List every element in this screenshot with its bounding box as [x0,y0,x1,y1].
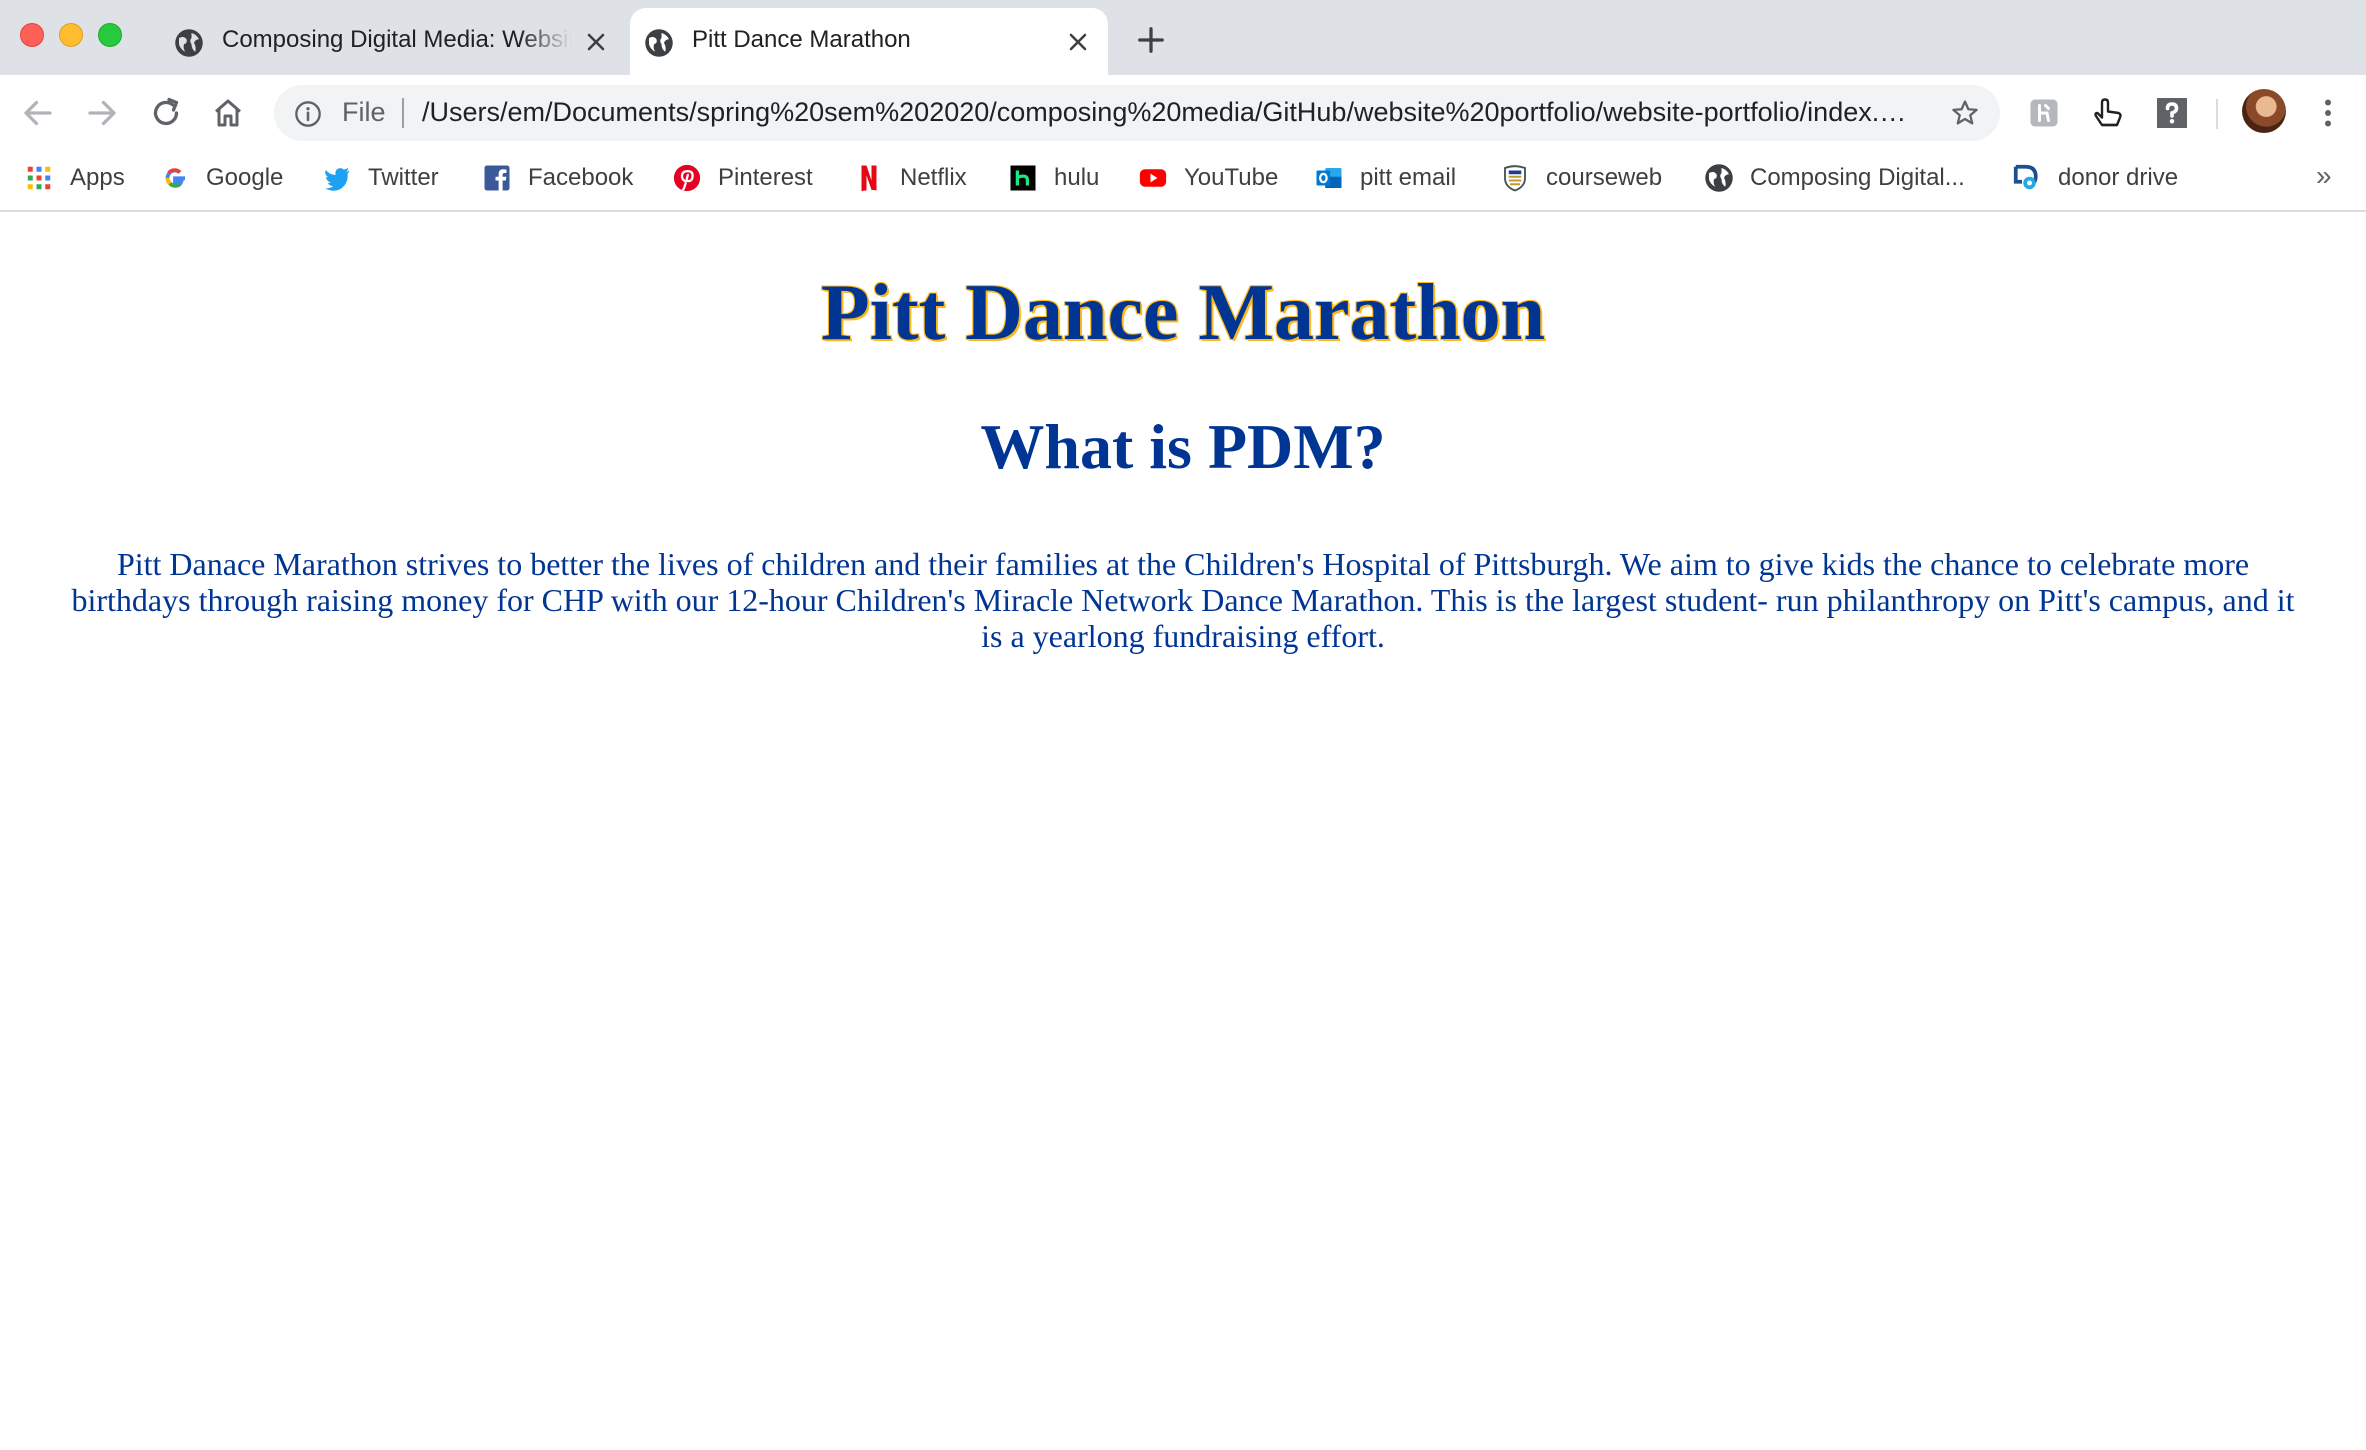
bookmark-pitt-email[interactable]: pitt email [1314,158,1456,198]
bookmark-label: donor drive [2058,164,2179,191]
donordrive-icon [2013,164,2038,190]
bookmark-label: YouTube [1184,164,1279,191]
youtube-icon [1139,169,1167,187]
bookmark-apps[interactable]: Apps [24,158,125,198]
forward-arrow-icon[interactable] [84,95,120,131]
hand-pointer-icon[interactable] [2090,95,2126,131]
info-icon[interactable] [294,100,322,128]
bookmark-label: Pinterest [718,164,813,191]
scheme-label: File [342,97,386,127]
zoom-window-button[interactable] [98,23,122,47]
bookmark-label: Netflix [900,164,967,191]
page-content: Pitt Dance Marathon What is PDM? Pitt Da… [0,212,2366,1450]
tab-pitt-dance-marathon[interactable]: Pitt Dance Marathon [630,8,1108,75]
bookmark-hulu[interactable]: hulu [1008,158,1099,198]
bookmark-google[interactable]: Google [160,158,283,198]
hulu-icon [1010,165,1036,191]
new-tab-icon[interactable] [1136,25,1166,55]
bookmarks-overflow-chevron[interactable]: » [2316,160,2332,192]
reload-icon[interactable] [148,95,184,131]
help-question-icon[interactable] [2154,95,2190,131]
google-icon [165,168,185,188]
close-window-button[interactable] [20,23,44,47]
twitter-icon [325,168,350,191]
bookmark-label: Google [206,164,284,191]
netflix-icon [861,165,877,192]
tab-strip: Composing Digital Media: Website Portfol… [0,0,2366,75]
bookmark-label: pitt email [1360,164,1457,191]
bookmarks-bar: Apps Google Twitter Facebook Pinterest N… [0,150,2366,212]
url-text[interactable]: /Users/em/Documents/spring%20sem%202020/… [422,97,1912,128]
section-heading: What is PDM? [980,411,1386,482]
apps-grid-icon [27,166,51,190]
close-tab-icon[interactable] [584,30,608,54]
profile-avatar[interactable] [2242,89,2286,133]
globe-icon [175,29,203,57]
minimize-window-button[interactable] [59,23,83,47]
bookmark-youtube[interactable]: YouTube [1138,158,1278,198]
bookmark-label: courseweb [1546,164,1663,191]
bookmark-twitter[interactable]: Twitter [322,158,439,198]
tab-title: Composing Digital Media: Website Portfol… [222,26,572,53]
browser-toolbar: File /Users/em/Documents/spring%20sem%20… [0,75,2366,150]
pinterest-icon [673,164,701,192]
globe-icon [1705,164,1733,192]
bookmark-star-icon[interactable] [1950,98,1980,128]
bookmark-label: Facebook [528,164,634,191]
tab-composing-digital-media[interactable]: Composing Digital Media: Website Portfol… [160,8,622,75]
outlook-icon [1316,168,1342,188]
description-paragraph: Pitt Danace Marathon strives to better t… [71,546,2295,654]
bookmark-label: Apps [70,164,125,191]
tab-title: Pitt Dance Marathon [692,26,911,53]
bookmark-label: hulu [1054,164,1100,191]
extension-grey-icon[interactable] [2026,95,2062,131]
page-title: Pitt Dance Marathon [820,269,1546,357]
close-tab-icon[interactable] [1066,30,1090,54]
globe-icon [645,29,673,57]
bookmark-label: Composing Digital... [1750,164,1965,191]
bookmark-composing-digital[interactable]: Composing Digital... [1704,158,1965,198]
bookmark-courseweb[interactable]: courseweb [1500,158,1662,198]
bookmark-label: Twitter [368,164,439,191]
home-icon[interactable] [210,95,246,131]
toolbar-divider [2216,99,2218,129]
bookmark-netflix[interactable]: Netflix [854,158,967,198]
bookmark-pinterest[interactable]: Pinterest [672,158,813,198]
back-arrow-icon[interactable] [20,95,56,131]
pitt-shield-icon [1504,165,1526,192]
omnibox-divider [402,98,404,128]
kebab-menu-icon[interactable] [2310,95,2346,131]
bookmark-facebook[interactable]: Facebook [482,158,633,198]
address-bar[interactable]: File /Users/em/Documents/spring%20sem%20… [274,85,2000,141]
bookmark-donor-drive[interactable]: donor drive [2012,158,2178,198]
facebook-icon [484,165,510,191]
